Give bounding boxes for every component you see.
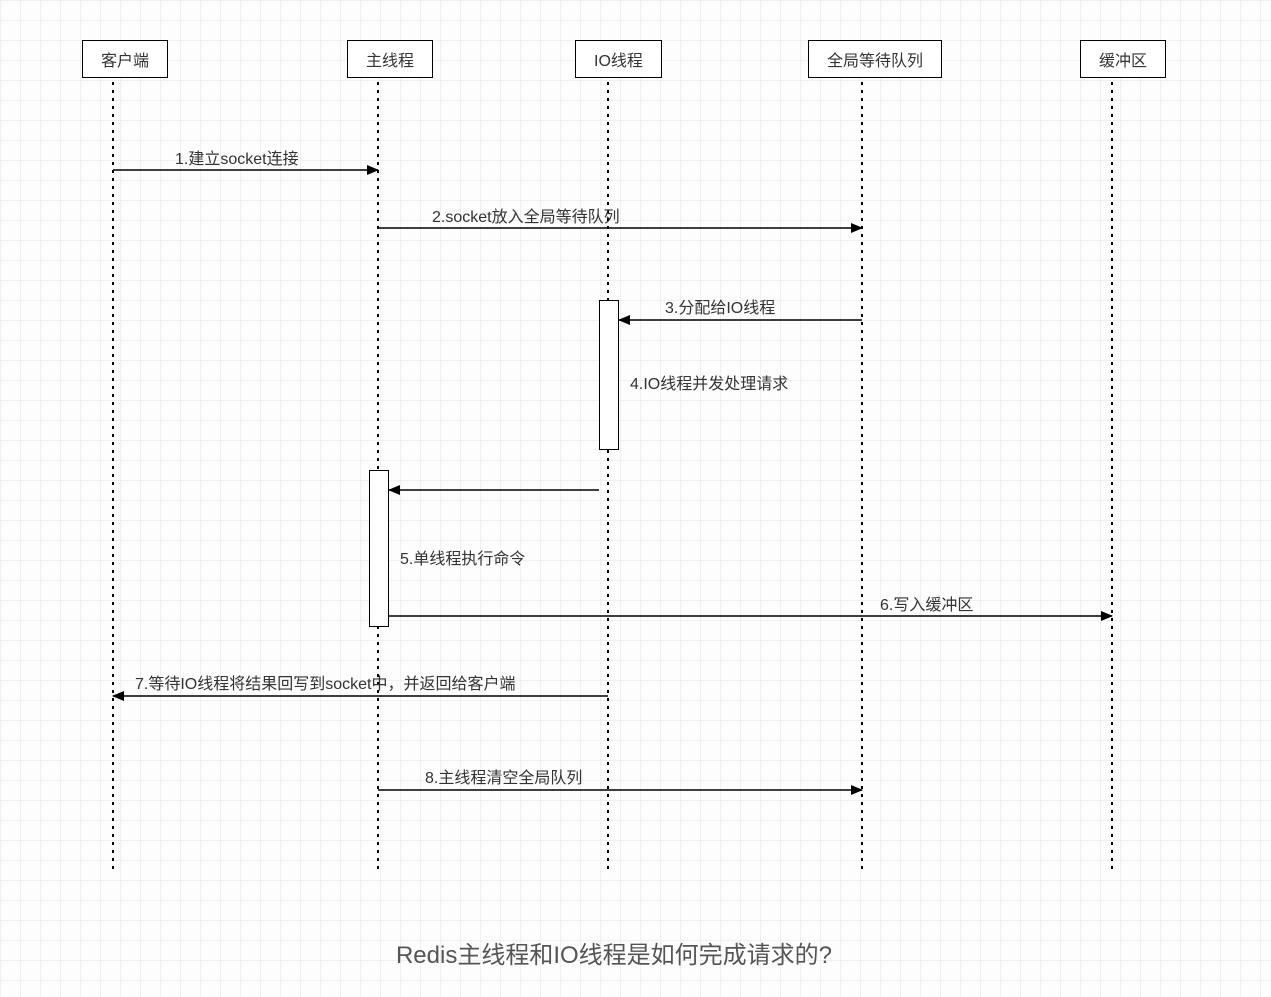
label-m6: 6.写入缓冲区 — [880, 591, 973, 615]
participant-buffer: 缓冲区 — [1080, 40, 1166, 78]
activation-io-thread — [599, 300, 619, 450]
label-m7: 7.等待IO线程将结果回写到socket中，并返回给客户端 — [135, 670, 515, 694]
participant-main-thread: 主线程 — [347, 40, 433, 78]
label-m4: 4.IO线程并发处理请求 — [630, 370, 788, 394]
label-m3: 3.分配给IO线程 — [665, 294, 775, 318]
participant-global-queue: 全局等待队列 — [808, 40, 942, 78]
label-m8: 8.主线程清空全局队列 — [425, 764, 582, 788]
activation-main-thread — [369, 470, 389, 627]
diagram-caption: Redis主线程和IO线程是如何完成请求的? — [396, 935, 832, 970]
participant-io-thread: IO线程 — [575, 40, 662, 78]
label-m2: 2.socket放入全局等待队列 — [432, 203, 620, 227]
label-m5: 5.单线程执行命令 — [400, 545, 525, 569]
label-m1: 1.建立socket连接 — [175, 145, 299, 169]
participant-client: 客户端 — [82, 40, 168, 78]
